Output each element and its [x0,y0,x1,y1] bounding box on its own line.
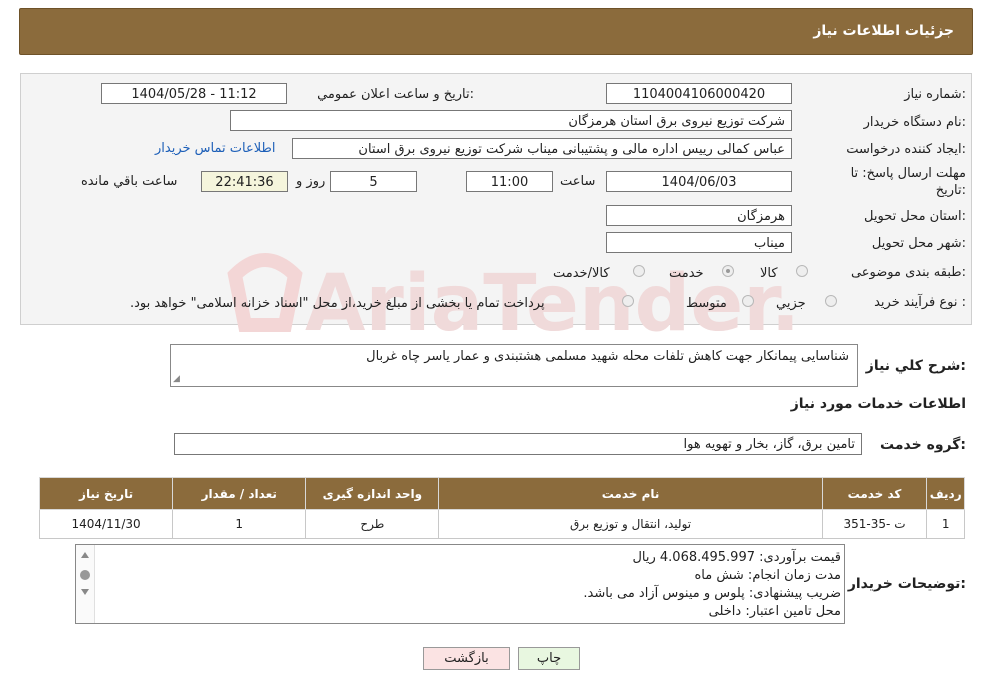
purchase-medium-label: متوسط [686,296,727,311]
buyer-contact-link[interactable]: اطلاعات تماس خريدار [155,141,275,156]
summary-textarea[interactable]: شناسایی پیمانکار جهت کاهش تلفات محله شهی… [170,344,858,387]
page-title: جزئیات اطلاعات نیاز [813,23,954,39]
category-label: طبقه بندی موضوعی: [850,265,966,280]
col-service-code: کد خدمت [821,477,928,510]
category-goods-label: کالا [760,266,778,281]
scrollbar-controls-icon [80,552,90,595]
notes-scrollbar[interactable] [76,545,95,623]
deadline-label: مهلت ارسال پاسخ: تا [850,166,966,181]
col-service-name: نام خدمت [438,477,823,510]
notes-line-coefficient: ضریب پیشنهادی: پلوس و مینوس آزاد می باشد… [583,586,841,601]
col-quantity: تعداد / مقدار [172,477,307,510]
table-header-row: تاريخ نياز تعداد / مقدار واحد اندازه گير… [38,477,965,510]
deadline-time-field: 11:00 [466,171,553,192]
print-button[interactable]: چاپ [518,647,580,670]
cell-service-name: تولید، انتقال و توزیع برق [438,509,823,539]
buyer-notes-label: توضيحات خريدار: [847,576,966,592]
col-unit: واحد اندازه گيری [305,477,440,510]
days-field: 5 [330,171,417,192]
cell-row-number: 1 [926,509,965,539]
summary-label: شرح کلي نياز: [865,358,966,374]
buyer-field: شرکت توزیع نیروی برق استان هرمزگان [230,110,792,131]
services-table: تاريخ نياز تعداد / مقدار واحد اندازه گير… [38,477,965,539]
service-group-label: گروه خدمت: [880,437,966,453]
purchase-medium-radio[interactable] [742,295,754,307]
resize-grip-icon[interactable]: ◢ [173,374,180,384]
creator-field: عباس کمالی رییس اداره مالی و پشتیبانی می… [292,138,792,159]
deadline-date-field: 1404/06/03 [606,171,792,192]
category-service-label: خدمت [669,266,704,281]
category-goods-radio[interactable] [796,265,808,277]
notes-line-duration: مدت زمان انجام: شش ماه [694,568,841,583]
cell-quantity: 1 [172,509,307,539]
need-number-field: 1104004106000420 [606,83,792,104]
category-goods-service-radio[interactable] [633,265,645,277]
remaining-time-label: ساعت باقي مانده [81,174,178,189]
col-row-number: رديف [926,477,965,510]
back-button[interactable]: بازگشت [423,647,510,670]
services-section-title: اطلاعات خدمات مورد نياز [790,396,966,412]
treasury-note: پرداخت تمام یا بخشی از مبلغ خرید،از محل … [130,296,545,311]
notes-line-price: قیمت برآوردی: 4.068.495.997 ریال [632,550,841,565]
deadline-time-label: ساعت [560,174,596,189]
deadline-label-date: تاريخ: [935,183,966,198]
buyer-label: نام دستگاه خريدار: [863,115,966,130]
service-group-field: تامین برق، گاز، بخار و تهویه هوا [174,433,862,455]
notes-line-funding: محل تامین اعتبار: داخلی [708,604,841,619]
purchase-minor-radio[interactable] [825,295,837,307]
need-number-label: شماره نیاز: [904,87,966,102]
city-field: میناب [606,232,792,253]
treasury-checkbox[interactable] [622,295,634,307]
city-label: شهر محل تحويل: [871,236,966,251]
page-header: جزئیات اطلاعات نیاز [19,8,973,55]
remaining-time-field: 22:41:36 [201,171,288,192]
table-row: 1404/11/30 1 طرح تولید، انتقال و توزیع ب… [38,509,965,539]
summary-text: شناسایی پیمانکار جهت کاهش تلفات محله شهی… [366,349,849,364]
purchase-type-label: نوع فرآيند خريد : [874,295,966,310]
category-service-radio[interactable] [722,265,734,277]
creator-label: ايجاد کننده درخواست: [846,142,966,157]
cell-unit: طرح [305,509,440,539]
col-need-date: تاريخ نياز [38,477,174,510]
announce-datetime-field: 1404/05/28 - 11:12 [101,83,287,104]
cell-need-date: 1404/11/30 [38,509,174,539]
province-field: هرمزگان [606,205,792,226]
cell-service-code: ت -35-351 [821,509,928,539]
province-label: استان محل تحويل: [864,209,966,224]
days-label: روز و [296,174,326,189]
purchase-minor-label: جزیي [776,296,806,311]
announce-label: تاريخ و ساعت اعلان عمومي: [317,87,474,102]
category-goods-service-label: کالا/خدمت [553,266,610,281]
buyer-notes-textarea[interactable]: قیمت برآوردی: 4.068.495.997 ریال مدت زما… [75,544,845,624]
